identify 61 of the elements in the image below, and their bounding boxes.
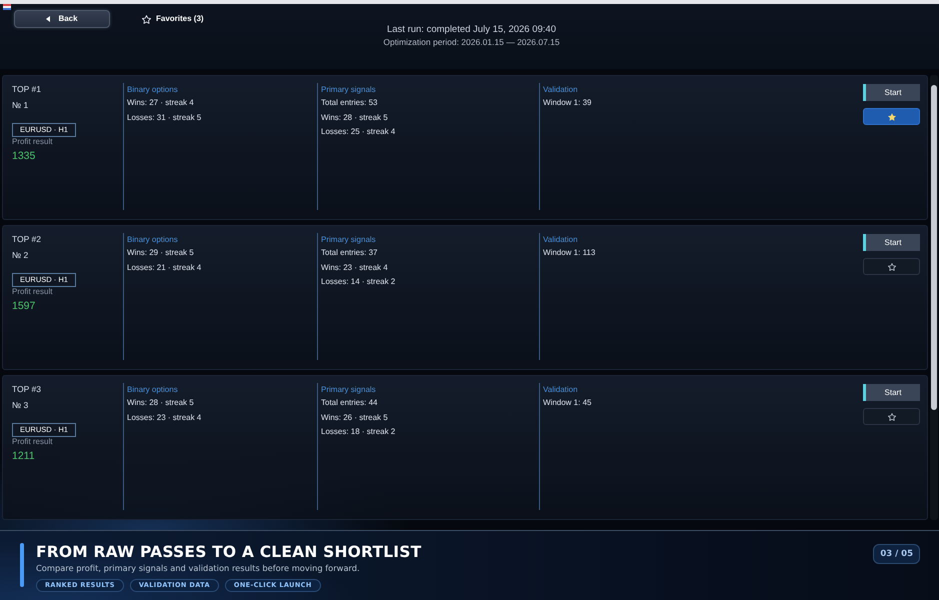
stat-line: Total entries: 53	[321, 97, 378, 109]
rank-label: TOP #1	[12, 83, 42, 96]
app-icon	[3, 4, 11, 10]
rank-label: TOP #2	[12, 233, 42, 246]
start-button[interactable]: Start	[863, 384, 920, 401]
back-button[interactable]: Back	[14, 10, 110, 28]
rank-label: TOP #3	[12, 383, 42, 396]
stat-line: Losses: 31 · streak 5	[127, 112, 202, 124]
favorites-button[interactable]: Favorites (3)	[142, 10, 204, 28]
stat-line: Total entries: 44	[321, 397, 378, 409]
stat-line: Wins: 28 · streak 5	[321, 112, 389, 124]
stat-line: Window 1: 45	[543, 397, 592, 409]
profit-label: Profit result	[12, 136, 54, 148]
star-icon	[888, 412, 896, 420]
section-title: Validation	[543, 234, 579, 246]
accent-bar	[20, 543, 24, 587]
section-title: Binary options	[127, 84, 179, 96]
section-title: Binary options	[127, 234, 179, 246]
stat-line: Window 1: 39	[543, 97, 592, 109]
number-label: № 1	[12, 99, 30, 112]
stat-line: Losses: 25 · streak 4	[321, 126, 396, 138]
section-title: Validation	[543, 384, 579, 396]
section-title: Validation	[543, 84, 579, 96]
section-title: Primary signals	[321, 84, 377, 96]
period-text: Optimization period: 2026.01.15 — 2026.07.15	[382, 36, 561, 49]
page-indicator: 03 / 05	[873, 544, 920, 564]
stat-line: Wins: 27 · streak 4	[127, 97, 195, 109]
favorite-button[interactable]	[863, 108, 920, 125]
star-icon	[888, 112, 896, 120]
stat-line: Window 1: 113	[543, 247, 596, 259]
profit-value: 1335	[12, 149, 36, 164]
stat-line: Wins: 29 · streak 5	[127, 247, 195, 259]
stat-line: Losses: 18 · streak 2	[321, 426, 396, 438]
number-label: № 2	[12, 249, 30, 262]
favorite-button[interactable]	[863, 408, 920, 425]
profit-value: 1211	[12, 449, 36, 464]
section-title: Primary signals	[321, 234, 377, 246]
stat-line: Losses: 23 · streak 4	[127, 412, 202, 424]
stat-line: Wins: 28 · streak 5	[127, 397, 195, 409]
banner-title: FROM RAW PASSES TO A CLEAN SHORTLIST	[36, 543, 422, 561]
start-button[interactable]: Start	[863, 84, 920, 101]
section-title: Primary signals	[321, 384, 377, 396]
scrollbar-thumb[interactable]	[931, 85, 937, 410]
start-button[interactable]: Start	[863, 234, 920, 251]
profit-label: Profit result	[12, 286, 54, 298]
number-label: № 3	[12, 399, 30, 412]
profit-label: Profit result	[12, 436, 54, 448]
star-icon	[888, 262, 896, 270]
profit-value: 1597	[12, 299, 36, 314]
stat-line: Wins: 23 · streak 4	[321, 262, 389, 274]
last-run-text: Last run: completed July 15, 2026 09:40	[386, 23, 557, 36]
banner-subtitle: Compare profit, primary signals and validation results before moving forward.	[36, 562, 361, 574]
scrollbar-track[interactable]	[930, 75, 938, 520]
stat-line: Total entries: 37	[321, 247, 378, 259]
favorite-button[interactable]	[863, 258, 920, 275]
stat-line: Wins: 26 · streak 5	[321, 412, 389, 424]
stat-line: Losses: 14 · streak 2	[321, 276, 396, 288]
caret-icon	[46, 16, 50, 22]
section-title: Binary options	[127, 384, 179, 396]
star-icon	[142, 14, 151, 24]
stat-line: Losses: 21 · streak 4	[127, 262, 202, 274]
